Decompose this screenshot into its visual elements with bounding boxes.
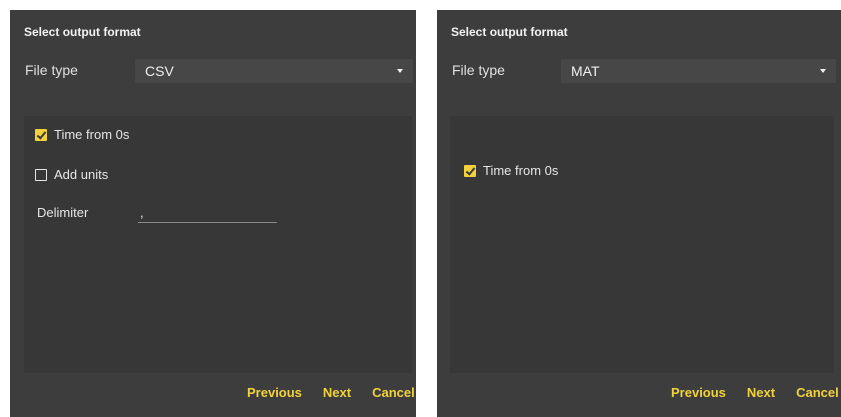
cancel-button[interactable]: Cancel — [372, 385, 415, 400]
dialog-title: Select output format — [24, 25, 141, 39]
checkbox-checked-icon — [35, 128, 47, 141]
checkbox-unchecked-icon — [35, 168, 47, 181]
checkbox-checked-icon — [464, 164, 476, 177]
time-from-zero-checkbox[interactable]: Time from 0s — [464, 163, 558, 178]
file-type-select[interactable]: MAT — [561, 59, 836, 83]
file-type-label: File type — [25, 62, 78, 78]
time-from-zero-checkbox[interactable]: Time from 0s — [35, 127, 129, 142]
output-format-dialog-csv: Select output format File type CSV Time … — [10, 10, 416, 417]
format-options-panel: Time from 0s — [450, 116, 834, 373]
delimiter-input[interactable] — [138, 203, 277, 223]
file-type-value: CSV — [145, 63, 174, 79]
dropdown-caret-icon — [820, 69, 826, 73]
dialog-footer: Previous Next Cancel — [671, 385, 839, 400]
file-type-label: File type — [452, 62, 505, 78]
previous-button[interactable]: Previous — [247, 385, 302, 400]
dialog-footer: Previous Next Cancel — [247, 385, 415, 400]
format-options-panel: Time from 0s Add units Delimiter — [24, 116, 412, 373]
dialog-title: Select output format — [451, 25, 568, 39]
add-units-label: Add units — [54, 167, 109, 182]
file-type-select[interactable]: CSV — [135, 59, 413, 83]
time-from-zero-label: Time from 0s — [483, 163, 559, 178]
file-type-value: MAT — [571, 63, 600, 79]
previous-button[interactable]: Previous — [671, 385, 726, 400]
add-units-checkbox[interactable]: Add units — [35, 167, 108, 182]
time-from-zero-label: Time from 0s — [54, 127, 130, 142]
cancel-button[interactable]: Cancel — [796, 385, 839, 400]
delimiter-label: Delimiter — [37, 205, 89, 220]
next-button[interactable]: Next — [747, 385, 775, 400]
dropdown-caret-icon — [397, 69, 403, 73]
next-button[interactable]: Next — [323, 385, 351, 400]
output-format-dialog-mat: Select output format File type MAT Time … — [437, 10, 841, 417]
